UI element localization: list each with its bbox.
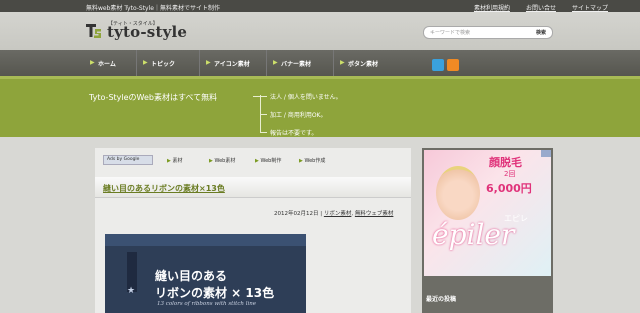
logo-icon[interactable]	[86, 23, 102, 39]
divider	[260, 132, 267, 133]
search-button[interactable]: 検索	[536, 29, 546, 36]
search-box: キーワードで検索 検索	[423, 26, 553, 39]
post-date: 2012年02月12日	[274, 211, 319, 217]
ad-link[interactable]: ▶ 素材	[167, 157, 182, 164]
post-title[interactable]: 縫い目のあるリボンの素材×13色	[103, 183, 225, 194]
ad-link-label: Web素材	[214, 158, 236, 164]
post-thumbnail[interactable]: ★ 縫い目のある リボンの素材 × 13色 13 colors of ribbo…	[105, 234, 306, 313]
nav-item-label: ホーム	[98, 61, 116, 68]
divider	[260, 114, 267, 115]
banner-point: 報告は不要です。	[270, 130, 318, 137]
top-links: 素材利用規約 お問い合せ サイトマップ	[474, 3, 608, 12]
terms-link[interactable]: 素材利用規約	[474, 3, 510, 12]
ad-price: 6,000円	[486, 182, 532, 195]
arrow-right-icon: ▶	[206, 59, 211, 66]
banner-point: 加工 / 商用利用OK。	[270, 112, 327, 119]
divider	[253, 96, 260, 97]
ad-headline: 顔脱毛	[489, 156, 522, 169]
divider	[260, 96, 267, 97]
sidebar-ad[interactable]: 顔脱毛 2回 6,000円 エピレ épiler	[424, 150, 551, 276]
star-icon: ★	[127, 286, 136, 296]
arrow-right-icon: ▶	[90, 59, 95, 66]
nav-item-icons[interactable]: ▶ アイコン素材	[199, 50, 266, 76]
ad-brand: épiler	[432, 218, 515, 251]
hero-banner: Tyto-StyleのWeb素材はすべて無料 法人 / 個人を問いません。 加工…	[0, 76, 640, 137]
ad-count: 2回	[504, 170, 516, 178]
ad-link-label: Web作成	[304, 158, 326, 164]
ad-link[interactable]: ▶ Web作成	[299, 157, 325, 164]
top-bar: 無料web素材 Tyto-Style｜無料素材でサイト制作 素材利用規約 お問い…	[0, 0, 640, 12]
ad-link-label: Web制作	[260, 158, 282, 164]
twitter-icon[interactable]	[432, 59, 444, 71]
thumbnail-subtitle: 13 colors of ribbons with stitch line	[157, 301, 257, 307]
ad-choices-icon[interactable]	[541, 150, 551, 157]
ad-links-bar: Ads by Google ▶ 素材 ▶ Web素材 ▶ Web制作 ▶ Web…	[95, 154, 411, 166]
arrow-right-icon: ▶	[143, 59, 148, 66]
nav-item-buttons[interactable]: ▶ ボタン素材	[333, 50, 400, 76]
main-nav: ▶ ホーム ▶ トピック ▶ アイコン素材 ▶ バナー素材 ▶ ボタン素材	[0, 50, 640, 76]
ad-photo	[436, 166, 480, 220]
nav-item-label: ボタン素材	[348, 61, 379, 68]
nav-item-banners[interactable]: ▶ バナー素材	[266, 50, 333, 76]
nav-item-topics[interactable]: ▶ トピック	[136, 50, 199, 76]
sitemap-link[interactable]: サイトマップ	[572, 3, 608, 12]
thumbnail-title: リボンの素材 × 13色	[155, 286, 275, 300]
site-tagline: 無料web素材 Tyto-Style｜無料素材でサイト制作	[86, 5, 220, 12]
nav-item-label: バナー素材	[281, 61, 312, 68]
thumbnail-title: 縫い目のある	[155, 269, 228, 283]
thumbnail-header	[105, 234, 306, 246]
post-title-bar: 縫い目のあるリボンの素材×13色	[95, 177, 411, 198]
nav-item-label: トピック	[151, 61, 176, 68]
post-meta: 2012年02月12日 | リボン素材, 無料ウェブ素材	[274, 211, 394, 217]
social-links	[432, 59, 459, 71]
contact-link[interactable]: お問い合せ	[526, 3, 556, 12]
banner-point: 法人 / 個人を問いません。	[270, 94, 342, 101]
ad-link[interactable]: ▶ Web制作	[255, 157, 281, 164]
ad-link-label: 素材	[172, 158, 183, 164]
category-link[interactable]: 無料ウェブ素材	[355, 211, 394, 217]
ad-link[interactable]: ▶ Web素材	[209, 157, 235, 164]
category-link[interactable]: リボン素材	[324, 211, 352, 217]
arrow-right-icon: ▶	[340, 59, 345, 66]
nav-item-home[interactable]: ▶ ホーム	[84, 50, 136, 76]
banner-title: Tyto-StyleのWeb素材はすべて無料	[89, 93, 218, 102]
nav-item-label: アイコン素材	[214, 61, 250, 68]
logo-text[interactable]: tyto-style	[107, 23, 187, 41]
recent-posts-heading: 最近の投稿	[426, 296, 457, 303]
rss-icon[interactable]	[447, 59, 459, 71]
arrow-right-icon: ▶	[273, 59, 278, 66]
ads-by-google-badge[interactable]: Ads by Google	[103, 155, 153, 165]
search-input[interactable]: キーワードで検索	[430, 29, 470, 36]
ads-label: Ads by Google	[107, 157, 140, 162]
